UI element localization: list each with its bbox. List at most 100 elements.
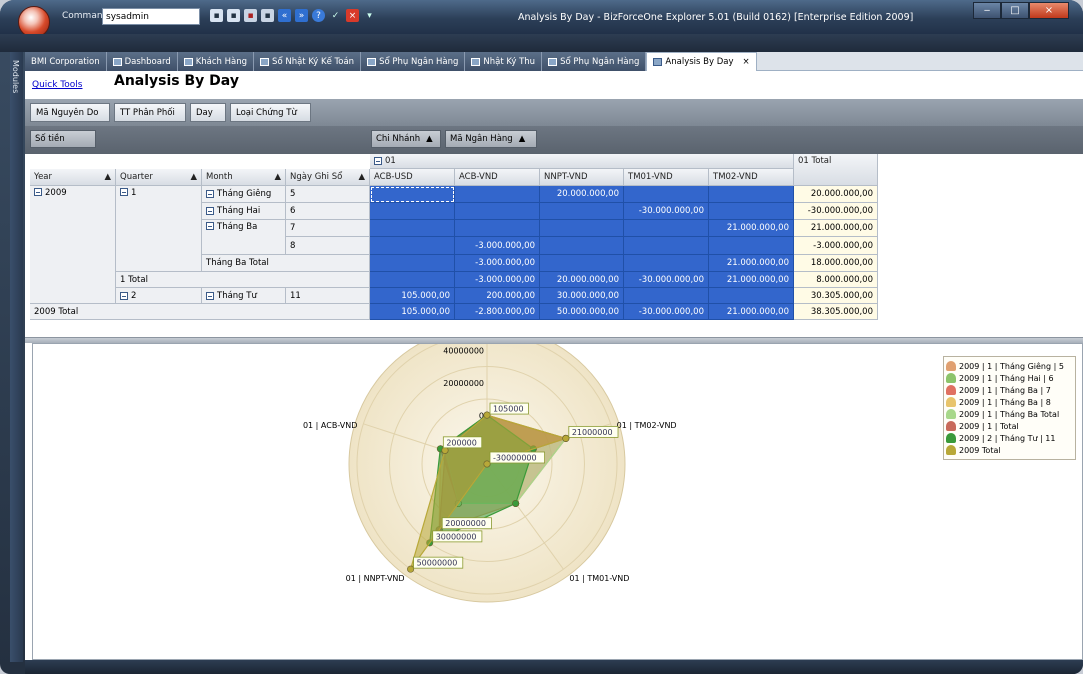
- help-icon[interactable]: ?: [312, 9, 325, 22]
- data-cell[interactable]: [540, 203, 624, 220]
- list-icon[interactable]: ▪: [261, 9, 274, 22]
- data-cell[interactable]: [540, 237, 624, 255]
- collapse-icon[interactable]: [34, 188, 42, 196]
- row-field-month[interactable]: Month ▲: [202, 169, 286, 186]
- row-field-quarter[interactable]: Quarter ▲: [116, 169, 202, 186]
- row-total-cell[interactable]: 21.000.000,00: [794, 220, 878, 237]
- data-cell[interactable]: [709, 237, 794, 255]
- row-header-day-11[interactable]: 11: [286, 288, 370, 304]
- data-cell[interactable]: [370, 186, 455, 203]
- row-header-2009-total[interactable]: 2009 Total: [30, 304, 370, 320]
- filter-tt-phan-phoi[interactable]: TT Phân Phối: [114, 103, 186, 122]
- row-field-year[interactable]: Year ▲: [30, 169, 116, 186]
- row-header-day-5[interactable]: 5: [286, 186, 370, 203]
- collapse-icon[interactable]: [206, 291, 214, 300]
- filter-day[interactable]: Day: [190, 103, 226, 122]
- data-cell[interactable]: 21.000.000,00: [709, 255, 794, 272]
- close-tab-icon[interactable]: ×: [743, 57, 750, 67]
- data-cell[interactable]: -2.800.000,00: [455, 304, 540, 320]
- data-cell[interactable]: 21.000.000,00: [709, 220, 794, 237]
- collapse-icon[interactable]: [206, 190, 214, 198]
- row-total-cell[interactable]: 20.000.000,00: [794, 186, 878, 203]
- row-field-ngay-ghi-so[interactable]: Ngày Ghi Sổ ▲: [286, 169, 370, 186]
- column-field-chi-nhanh[interactable]: Chi Nhánh ▲: [371, 130, 441, 148]
- data-cell[interactable]: -30.000.000,00: [624, 272, 709, 288]
- row-header-day-8[interactable]: 8: [286, 237, 370, 255]
- column-header-tm02-vnd[interactable]: TM02-VND: [709, 169, 794, 186]
- minimize-button[interactable]: ‒: [973, 2, 1001, 19]
- tab-so-phu-ngan-hang[interactable]: Sổ Phụ Ngân Hàng: [361, 52, 466, 71]
- tools-icon[interactable]: ✓: [329, 9, 342, 22]
- row-total-cell[interactable]: -3.000.000,00: [794, 237, 878, 255]
- data-cell[interactable]: -30.000.000,00: [624, 203, 709, 220]
- legend-item[interactable]: 2009 | 1 | Tháng Hai | 6: [946, 372, 1073, 384]
- column-header-tm01-vnd[interactable]: TM01-VND: [624, 169, 709, 186]
- data-cell[interactable]: [370, 203, 455, 220]
- legend-item[interactable]: 2009 | 1 | Tháng Giêng | 5: [946, 360, 1073, 372]
- tab-bmi-corporation[interactable]: BMI Corporation: [25, 52, 107, 71]
- row-total-cell[interactable]: 38.305.000,00: [794, 304, 878, 320]
- row-total-cell[interactable]: -30.000.000,00: [794, 203, 878, 220]
- row-header-day-7[interactable]: 7: [286, 220, 370, 237]
- data-cell[interactable]: [540, 220, 624, 237]
- data-cell[interactable]: [624, 220, 709, 237]
- save-icon[interactable]: ▪: [210, 9, 223, 22]
- tab-khach-hang[interactable]: Khách Hàng: [177, 52, 255, 71]
- legend-item[interactable]: 2009 | 1 | Tháng Ba | 8: [946, 396, 1073, 408]
- forward-icon[interactable]: »: [295, 9, 308, 22]
- data-cell[interactable]: 105.000,00: [370, 288, 455, 304]
- row-header-thang-gieng[interactable]: Tháng Giêng: [202, 186, 286, 203]
- row-header-quarter-1[interactable]: 1: [116, 186, 202, 272]
- data-cell[interactable]: 20.000.000,00: [540, 186, 624, 203]
- data-cell[interactable]: -30.000.000,00: [624, 304, 709, 320]
- data-cell[interactable]: 21.000.000,00: [709, 304, 794, 320]
- data-cell[interactable]: [370, 220, 455, 237]
- tab-dashboard[interactable]: Dashboard: [106, 52, 178, 71]
- quick-tools-link[interactable]: Quick Tools: [32, 80, 82, 90]
- document-icon[interactable]: ▪: [244, 9, 257, 22]
- close-window-button[interactable]: ×: [1029, 2, 1069, 19]
- data-cell[interactable]: [455, 186, 540, 203]
- data-cell[interactable]: [709, 186, 794, 203]
- legend-item[interactable]: 2009 | 1 | Tháng Ba | 7: [946, 384, 1073, 396]
- data-cell[interactable]: 20.000.000,00: [540, 272, 624, 288]
- legend-item[interactable]: 2009 | 2 | Tháng Tư | 11: [946, 432, 1073, 444]
- command-input[interactable]: [102, 8, 200, 25]
- close-document-icon[interactable]: ×: [346, 9, 359, 22]
- data-cell[interactable]: [370, 272, 455, 288]
- data-cell[interactable]: [624, 186, 709, 203]
- column-header-acb-usd[interactable]: ACB-USD: [370, 169, 455, 186]
- filter-ma-nguyen-do[interactable]: Mã Nguyên Do: [30, 103, 110, 122]
- data-cell[interactable]: [709, 288, 794, 304]
- filter-loai-chung-tu[interactable]: Loại Chứng Từ: [230, 103, 311, 122]
- data-cell[interactable]: [709, 203, 794, 220]
- data-cell[interactable]: 21.000.000,00: [709, 272, 794, 288]
- data-cell[interactable]: [455, 203, 540, 220]
- save-all-icon[interactable]: ▪: [227, 9, 240, 22]
- tab-so-nhat-ky-ke-toan[interactable]: Sổ Nhật Ký Kế Toán: [254, 52, 362, 71]
- data-cell[interactable]: [624, 288, 709, 304]
- tab-so-phu-ngan-hang-2[interactable]: Sổ Phụ Ngân Hàng: [542, 52, 647, 71]
- modules-sidebar[interactable]: Modules: [10, 52, 23, 662]
- collapse-icon[interactable]: [374, 157, 382, 165]
- data-cell[interactable]: [455, 220, 540, 237]
- column-group-header[interactable]: 01: [370, 154, 794, 169]
- data-cell[interactable]: [370, 237, 455, 255]
- column-header-acb-vnd[interactable]: ACB-VND: [455, 169, 540, 186]
- data-cell[interactable]: 30.000.000,00: [540, 288, 624, 304]
- tab-nhat-ky-thu[interactable]: Nhật Ký Thu: [465, 52, 543, 71]
- column-field-ma-ngan-hang[interactable]: Mã Ngân Hàng ▲: [445, 130, 537, 148]
- data-cell[interactable]: 105.000,00: [370, 304, 455, 320]
- row-header-thang-tu[interactable]: Tháng Tư: [202, 288, 286, 304]
- row-total-cell[interactable]: 18.000.000,00: [794, 255, 878, 272]
- tab-analysis-by-day[interactable]: Analysis By Day ×: [646, 52, 757, 71]
- legend-item[interactable]: 2009 | 1 | Tháng Ba Total: [946, 408, 1073, 420]
- collapse-icon[interactable]: [120, 188, 128, 196]
- row-header-thang-hai[interactable]: Tháng Hai: [202, 203, 286, 220]
- data-cell[interactable]: 200.000,00: [455, 288, 540, 304]
- row-header-quarter-2[interactable]: 2: [116, 288, 202, 304]
- data-cell[interactable]: [624, 255, 709, 272]
- collapse-icon[interactable]: [206, 222, 214, 230]
- data-cell[interactable]: -3.000.000,00: [455, 272, 540, 288]
- row-header-quarter-1-total[interactable]: 1 Total: [116, 272, 370, 288]
